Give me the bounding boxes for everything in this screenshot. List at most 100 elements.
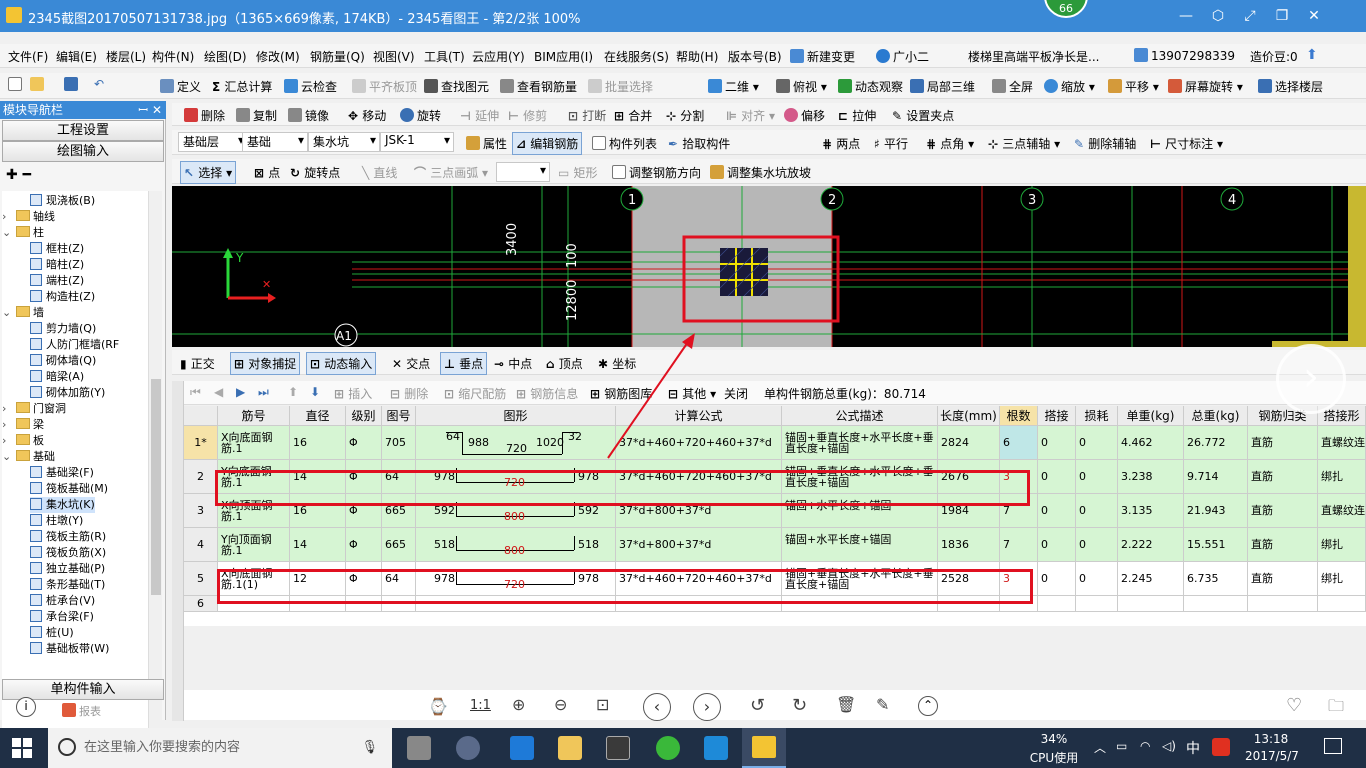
select-floor-button[interactable]: 选择楼层 xyxy=(1258,78,1323,95)
two-point-axis-button[interactable]: ⋕ 两点 xyxy=(822,135,860,152)
tree-expander-icon[interactable]: ⌄ xyxy=(2,449,16,465)
menu-floor[interactable]: 楼层(L) xyxy=(106,48,146,65)
cell-laptype[interactable]: 绑扎 xyxy=(1318,460,1366,494)
cell-fig[interactable]: 665 xyxy=(382,528,416,562)
snap-perpendicular[interactable]: ⊥ 垂点 xyxy=(440,352,488,375)
menu-draw[interactable]: 绘图(D) xyxy=(204,48,247,65)
adjust-sump-slope-button[interactable]: 调整集水坑放坡 xyxy=(710,164,811,181)
menu-cloud[interactable]: 云应用(Y) xyxy=(472,48,525,65)
project-settings-button[interactable]: 工程设置 xyxy=(2,120,164,141)
file-explorer-icon[interactable] xyxy=(558,736,582,760)
menu-version[interactable]: 版本号(B) xyxy=(728,48,782,65)
align-button[interactable]: ⊫ 对齐 ▾ xyxy=(726,107,775,124)
next-image-icon[interactable]: › xyxy=(693,693,721,721)
cell-count[interactable]: 6 xyxy=(1000,426,1038,460)
cell-laptype[interactable]: 绑扎 xyxy=(1318,528,1366,562)
scale-rebar-button[interactable]: ⊡ 缩尺配筋 xyxy=(444,385,506,402)
edge-browser-icon[interactable] xyxy=(510,736,534,760)
dynamic-view-button[interactable]: 动态观察 xyxy=(838,78,903,95)
image-viewer-task[interactable] xyxy=(742,728,786,768)
skin-icon[interactable]: ⬡ xyxy=(1208,6,1228,26)
wifi-icon[interactable]: ◠ xyxy=(1140,739,1150,753)
find-element-button[interactable]: 查找图元 xyxy=(424,78,489,95)
tree-item[interactable]: 桩承台(V) xyxy=(30,593,95,609)
ad-link[interactable]: 楼梯里高端平板净长是... xyxy=(968,48,1099,65)
cell-desc[interactable]: 锚固+水平长度+锚固 xyxy=(782,528,938,562)
select-tool-button[interactable]: ↖ 选择 ▾ xyxy=(180,161,237,184)
edit-icon[interactable]: ✎ xyxy=(876,695,889,714)
cloud-check-button[interactable]: 云检查 xyxy=(284,78,337,95)
point-tool-button[interactable]: ⊠ 点 xyxy=(254,164,280,181)
cell-lap[interactable]: 0 xyxy=(1038,494,1076,528)
next-image-overlay-button[interactable]: › xyxy=(1276,344,1346,414)
floor-select[interactable]: 基础层 ▾ xyxy=(178,132,248,152)
network-icon[interactable]: ▭ xyxy=(1116,739,1127,753)
tree-item[interactable]: 剪力墙(Q) xyxy=(30,321,96,337)
column-header[interactable]: 根数 xyxy=(1000,406,1038,426)
shape-combo[interactable]: ▾ xyxy=(496,162,550,182)
cell-laptype[interactable] xyxy=(1318,596,1366,612)
delete-button[interactable]: 删除 xyxy=(184,107,225,124)
component-list-button[interactable]: 构件列表 xyxy=(592,135,657,152)
app-green-icon[interactable] xyxy=(656,736,680,760)
cell-no[interactable]: 2 xyxy=(184,460,218,494)
drawing-input-button[interactable]: 绘图输入 xyxy=(2,141,164,162)
cell-loss[interactable]: 0 xyxy=(1076,426,1118,460)
cell-cat[interactable]: 直筋 xyxy=(1248,460,1318,494)
column-header[interactable] xyxy=(184,406,218,426)
menu-file[interactable]: 文件(F) xyxy=(8,48,48,65)
rotate-left-icon[interactable]: ↺ xyxy=(750,695,765,716)
expand-all-icon[interactable]: ✚ ━ xyxy=(6,167,31,183)
tree-item[interactable]: 集水坑(K) xyxy=(30,497,95,513)
align-slab-top-button[interactable]: 平齐板顶 xyxy=(352,78,417,95)
cell-cat[interactable] xyxy=(1248,596,1318,612)
tree-item[interactable]: 构造柱(Z) xyxy=(30,289,95,305)
ime-indicator[interactable]: 中 xyxy=(1186,738,1200,758)
rebar-shape-cell[interactable]: 518 800 518 xyxy=(416,528,616,562)
menu-guangxiaoer[interactable]: 广小二 xyxy=(876,48,929,65)
dimension-button[interactable]: ⊢ 尺寸标注 ▾ xyxy=(1150,135,1223,152)
cell-loss[interactable] xyxy=(1076,596,1118,612)
pick-component-button[interactable]: ✒ 拾取构件 xyxy=(668,135,730,152)
cell-unit[interactable]: 2.245 xyxy=(1118,562,1184,596)
menu-rebar-qty[interactable]: 钢筋量(Q) xyxy=(310,48,365,65)
cell-lap[interactable]: 0 xyxy=(1038,460,1076,494)
define-button[interactable]: 定义 xyxy=(160,78,201,95)
split-button[interactable]: ⊹ 分割 xyxy=(666,107,704,124)
tree-item[interactable]: 暗柱(Z) xyxy=(30,257,84,273)
delete-row-button[interactable]: ⊟ 删除 xyxy=(390,385,428,402)
parallel-axis-button[interactable]: ♯ 平行 xyxy=(874,135,908,152)
drawing-canvas[interactable]: 1 2 3 4 A1 3400 100 12800 Y ✕ xyxy=(172,186,1348,347)
dynamic-input-toggle[interactable]: ⊡ 动态输入 xyxy=(306,352,377,375)
menu-online[interactable]: 在线服务(S) xyxy=(604,48,669,65)
cell-lap[interactable]: 0 xyxy=(1038,562,1076,596)
cell-laptype[interactable]: 直螺纹连 xyxy=(1318,426,1366,460)
tree-scrollbar[interactable] xyxy=(148,191,162,751)
stretch-button[interactable]: ⊏ 拉伸 xyxy=(838,107,876,124)
extend-button[interactable]: ⊣ 延伸 xyxy=(460,107,499,124)
save-icon[interactable] xyxy=(64,77,81,92)
tree-item[interactable]: 端柱(Z) xyxy=(30,273,84,289)
tree-folder[interactable]: ⌄ 基础 xyxy=(2,449,142,465)
tree-folder[interactable]: › 板 xyxy=(2,433,142,449)
rectangle-tool-button[interactable]: ▭ 矩形 xyxy=(558,164,598,181)
snap-midpoint[interactable]: ⊸ 中点 xyxy=(494,355,532,372)
volume-icon[interactable]: ◁) xyxy=(1162,739,1176,753)
cell-cat[interactable]: 直筋 xyxy=(1248,528,1318,562)
column-header[interactable]: 图号 xyxy=(382,406,416,426)
user-phone[interactable]: 13907298339 xyxy=(1134,48,1235,63)
insert-row-button[interactable]: ⊞ 插入 xyxy=(334,385,372,402)
tree-item[interactable]: 基础板带(W) xyxy=(30,641,109,657)
tree-folder[interactable]: ⌄ 柱 xyxy=(2,225,142,241)
arc-tool-button[interactable]: ⌒ 三点画弧 ▾ xyxy=(414,164,488,181)
cell-len[interactable]: 2824 xyxy=(938,426,1000,460)
folder-icon[interactable]: 🗀 xyxy=(1328,695,1344,722)
cell-loss[interactable]: 0 xyxy=(1076,562,1118,596)
cell-no[interactable]: 6 xyxy=(184,596,218,612)
rebar-shape-cell[interactable]: 64 988 720 1020 32 xyxy=(416,426,616,460)
cell-desc[interactable]: 锚固+垂直长度+水平长度+垂直长度+锚固 xyxy=(782,426,938,460)
taskbar-search-box[interactable]: 在这里输入你要搜索的内容 🎙 xyxy=(48,728,392,768)
fullscreen-button[interactable]: 全屏 xyxy=(992,78,1033,95)
rebar-info-button[interactable]: ⊞ 钢筋信息 xyxy=(516,385,578,402)
app-spiral-icon[interactable] xyxy=(456,736,480,760)
